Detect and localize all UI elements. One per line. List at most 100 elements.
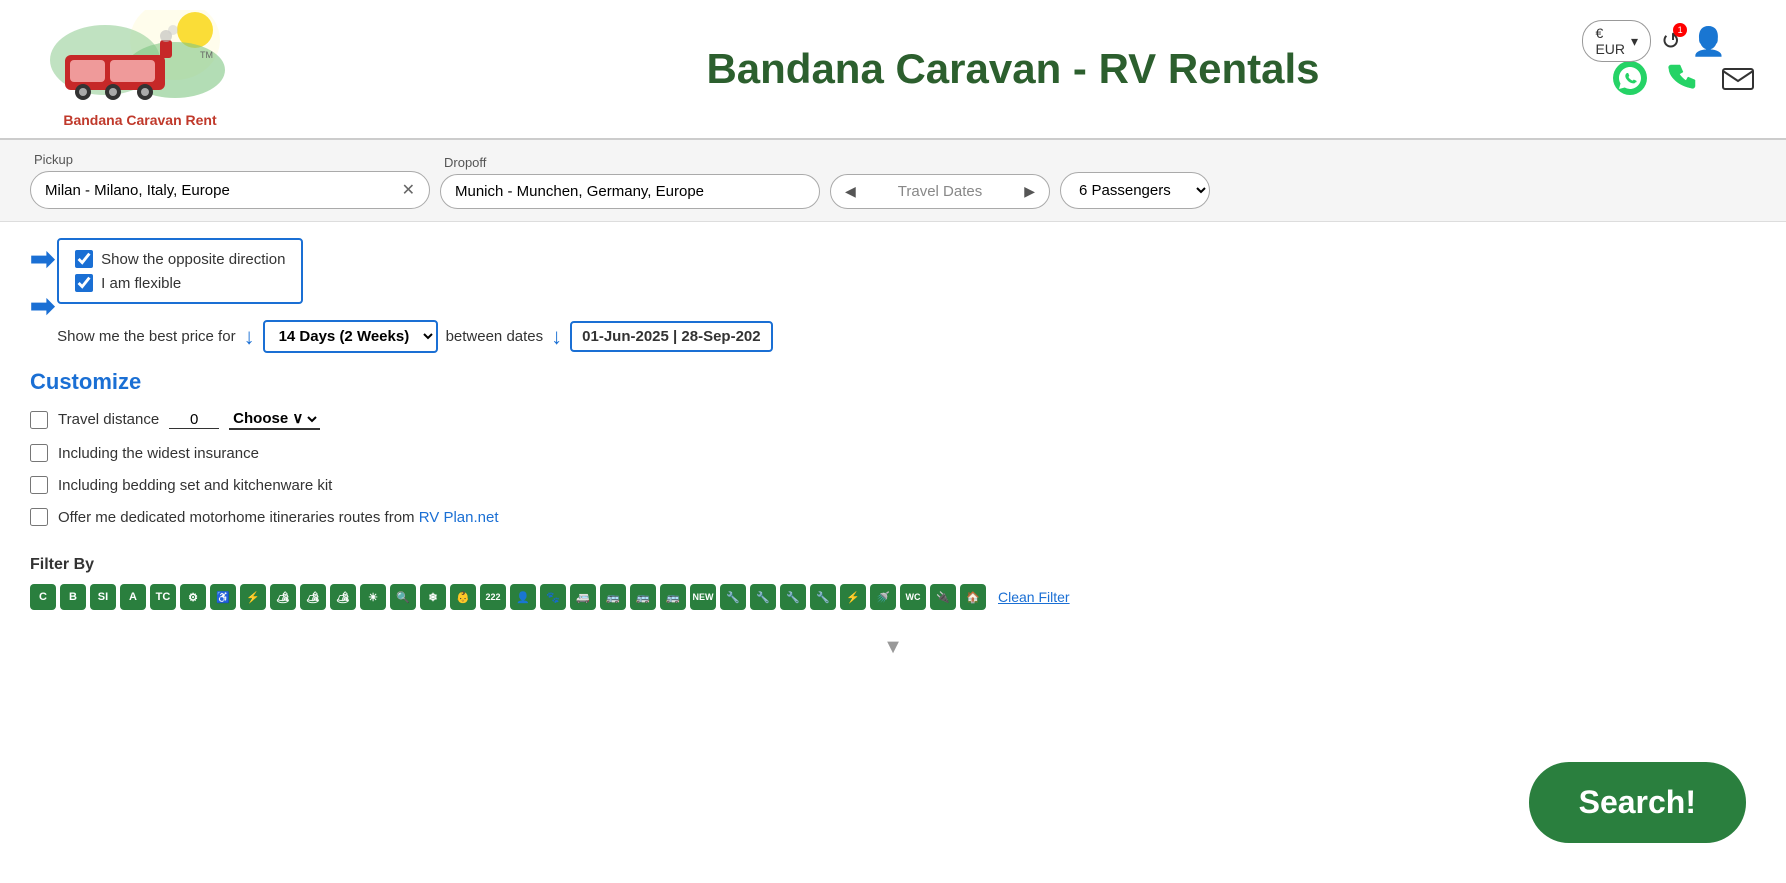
filter-badge-c[interactable]: C — [30, 584, 56, 610]
mail-icon[interactable] — [1720, 60, 1756, 104]
filter-badge-tent1[interactable]: 🏕 — [270, 584, 296, 610]
filter-badge-si[interactable]: SI — [90, 584, 116, 610]
notif-badge: 1 — [1673, 23, 1687, 37]
currency-label: € EUR — [1595, 25, 1625, 57]
pickup-label: Pickup — [34, 152, 430, 167]
itineraries-label: Offer me dedicated motorhome itineraries… — [58, 509, 499, 526]
filter-badge-snowflake[interactable]: ❄ — [420, 584, 446, 610]
widest-insurance-checkbox[interactable] — [30, 444, 48, 462]
filter-badge-gear[interactable]: ⚙ — [180, 584, 206, 610]
pickup-field-group: Pickup ✕ — [30, 152, 430, 209]
between-text: between dates — [446, 328, 544, 345]
filter-badge-wrench1[interactable]: 🔧 — [720, 584, 746, 610]
filter-badge-wheelchair[interactable]: ♿ — [210, 584, 236, 610]
svg-text:TM: TM — [200, 50, 213, 60]
filter-badge-house[interactable]: 🏠 — [960, 584, 986, 610]
best-price-text: Show me the best price for — [57, 328, 235, 345]
dropoff-label: Dropoff — [444, 155, 820, 170]
header: TM Bandana Caravan Rent Bandana Caravan … — [0, 0, 1786, 140]
arrow-flexible-annotation: ➡ — [30, 289, 55, 324]
logo-image: TM — [45, 10, 235, 110]
travel-dates-wrap[interactable]: ◀ Travel Dates ▶ — [830, 174, 1050, 209]
filter-badge-person[interactable]: 👤 — [510, 584, 536, 610]
user-icon[interactable]: 👤 — [1691, 25, 1726, 58]
filter-badge-wrench2[interactable]: 🔧 — [750, 584, 776, 610]
currency-chevron: ▾ — [1631, 33, 1638, 50]
search-button[interactable]: Search! — [1529, 762, 1746, 843]
flexible-row: I am flexible — [75, 274, 285, 292]
widest-insurance-label[interactable]: Including the widest insurance — [58, 445, 259, 462]
travel-dates-next-btn[interactable]: ▶ — [1024, 183, 1035, 200]
travel-distance-checkbox[interactable] — [30, 411, 48, 429]
checkboxes-box: Show the opposite direction I am flexibl… — [57, 238, 303, 304]
filter-badge-pet[interactable]: 🐾 — [540, 584, 566, 610]
filter-badge-sun[interactable]: ☀ — [360, 584, 386, 610]
contact-icons — [1612, 60, 1756, 104]
itineraries-option: Offer me dedicated motorhome itineraries… — [30, 508, 1756, 526]
flexible-label[interactable]: I am flexible — [101, 275, 181, 292]
pickup-input[interactable] — [45, 182, 396, 199]
travel-dates-field-group: ◀ Travel Dates ▶ — [830, 155, 1050, 209]
filter-badge-new[interactable]: NEW — [690, 584, 716, 610]
search-btn-wrap: Search! — [1529, 762, 1746, 843]
bedding-label[interactable]: Including bedding set and kitchenware ki… — [58, 477, 332, 494]
history-btn[interactable]: ↺ 1 — [1661, 27, 1681, 56]
itineraries-checkbox[interactable] — [30, 508, 48, 526]
arrow-opposite-annotation: ➡ — [30, 242, 55, 277]
duration-select[interactable]: 1 Day 2 Days 3 Days 7 Days (1 Week) 14 D… — [263, 320, 438, 353]
choose-select[interactable]: Choose ∨ 100 km 200 km 300 km 500 km Unl… — [229, 409, 320, 430]
travel-distance-input[interactable] — [169, 411, 219, 429]
filter-badge-b[interactable]: B — [60, 584, 86, 610]
filter-title: Filter By — [30, 556, 1756, 574]
filter-badge-search[interactable]: 🔍 — [390, 584, 416, 610]
opposite-direction-checkbox[interactable] — [75, 250, 93, 268]
filter-badge-wrench3[interactable]: 🔧 — [780, 584, 806, 610]
filter-badge-wrench4[interactable]: 🔧 — [810, 584, 836, 610]
filter-badge-a[interactable]: A — [120, 584, 146, 610]
filter-section: Filter By C B SI A TC ⚙ ♿ ⚡ 🏕 🏕 🏕 ☀ 🔍 ❄ … — [0, 556, 1786, 626]
filter-badge-bus2[interactable]: 🚌 — [630, 584, 656, 610]
passengers-select[interactable]: 1 Passenger 2 Passengers 3 Passengers 4 … — [1060, 172, 1210, 209]
filter-badge-tent3[interactable]: 🏕 — [330, 584, 356, 610]
filter-badge-bus1[interactable]: 🚌 — [600, 584, 626, 610]
opposite-direction-label[interactable]: Show the opposite direction — [101, 251, 285, 268]
filter-badge-tent2[interactable]: 🏕 — [300, 584, 326, 610]
currency-selector[interactable]: € EUR ▾ — [1582, 20, 1651, 62]
filter-row: C B SI A TC ⚙ ♿ ⚡ 🏕 🏕 🏕 ☀ 🔍 ❄ 👶 222 👤 🐾 … — [30, 584, 1756, 610]
dropoff-input-wrap[interactable] — [440, 174, 820, 209]
search-bar: Pickup ✕ Dropoff ◀ Travel Dates ▶ 1 Pa — [0, 140, 1786, 222]
filter-badge-222[interactable]: 222 — [480, 584, 506, 610]
filter-badge-lightning[interactable]: ⚡ — [840, 584, 866, 610]
filter-badge-ev[interactable]: ⚡ — [240, 584, 266, 610]
site-title: Bandana Caravan - RV Rentals — [250, 45, 1756, 93]
date-range-box[interactable]: 01-Jun-2025 | 28-Sep-202 — [570, 321, 772, 352]
customize-title: Customize — [30, 369, 1756, 395]
pickup-clear-btn[interactable]: ✕ — [402, 180, 415, 200]
passengers-label-spacer — [1064, 153, 1210, 168]
date-range-text: 01-Jun-2025 | 28-Sep-202 — [582, 328, 760, 345]
dropoff-input[interactable] — [455, 183, 805, 200]
checkboxes-and-price: Show the opposite direction I am flexibl… — [57, 238, 772, 353]
phone-icon[interactable] — [1666, 60, 1702, 104]
logo-brand-text: Bandana Caravan Rent — [63, 112, 216, 128]
arrow-dates-annotation: ↓ — [551, 324, 562, 350]
filter-badge-wc[interactable]: WC — [900, 584, 926, 610]
filter-badge-bus3[interactable]: 🚌 — [660, 584, 686, 610]
filter-badge-shower[interactable]: 🚿 — [870, 584, 896, 610]
pickup-input-wrap[interactable]: ✕ — [30, 171, 430, 209]
clean-filter-link[interactable]: Clean Filter — [998, 589, 1070, 605]
filter-badge-plug[interactable]: 🔌 — [930, 584, 956, 610]
travel-dates-prev-btn[interactable]: ◀ — [845, 183, 856, 200]
whatsapp-icon[interactable] — [1612, 60, 1648, 104]
filter-badge-van[interactable]: 🚐 — [570, 584, 596, 610]
options-area: ➡ ➡ Show the opposite direction I am fle… — [0, 222, 1786, 369]
bedding-checkbox[interactable] — [30, 476, 48, 494]
passengers-field-group: 1 Passenger 2 Passengers 3 Passengers 4 … — [1060, 153, 1210, 209]
bedding-option: Including bedding set and kitchenware ki… — [30, 476, 1756, 494]
filter-badge-tc[interactable]: TC — [150, 584, 176, 610]
widest-insurance-option: Including the widest insurance — [30, 444, 1756, 462]
travel-distance-label[interactable]: Travel distance — [58, 411, 159, 428]
rv-plan-link[interactable]: RV Plan.net — [419, 509, 499, 526]
filter-badge-baby[interactable]: 👶 — [450, 584, 476, 610]
flexible-checkbox[interactable] — [75, 274, 93, 292]
